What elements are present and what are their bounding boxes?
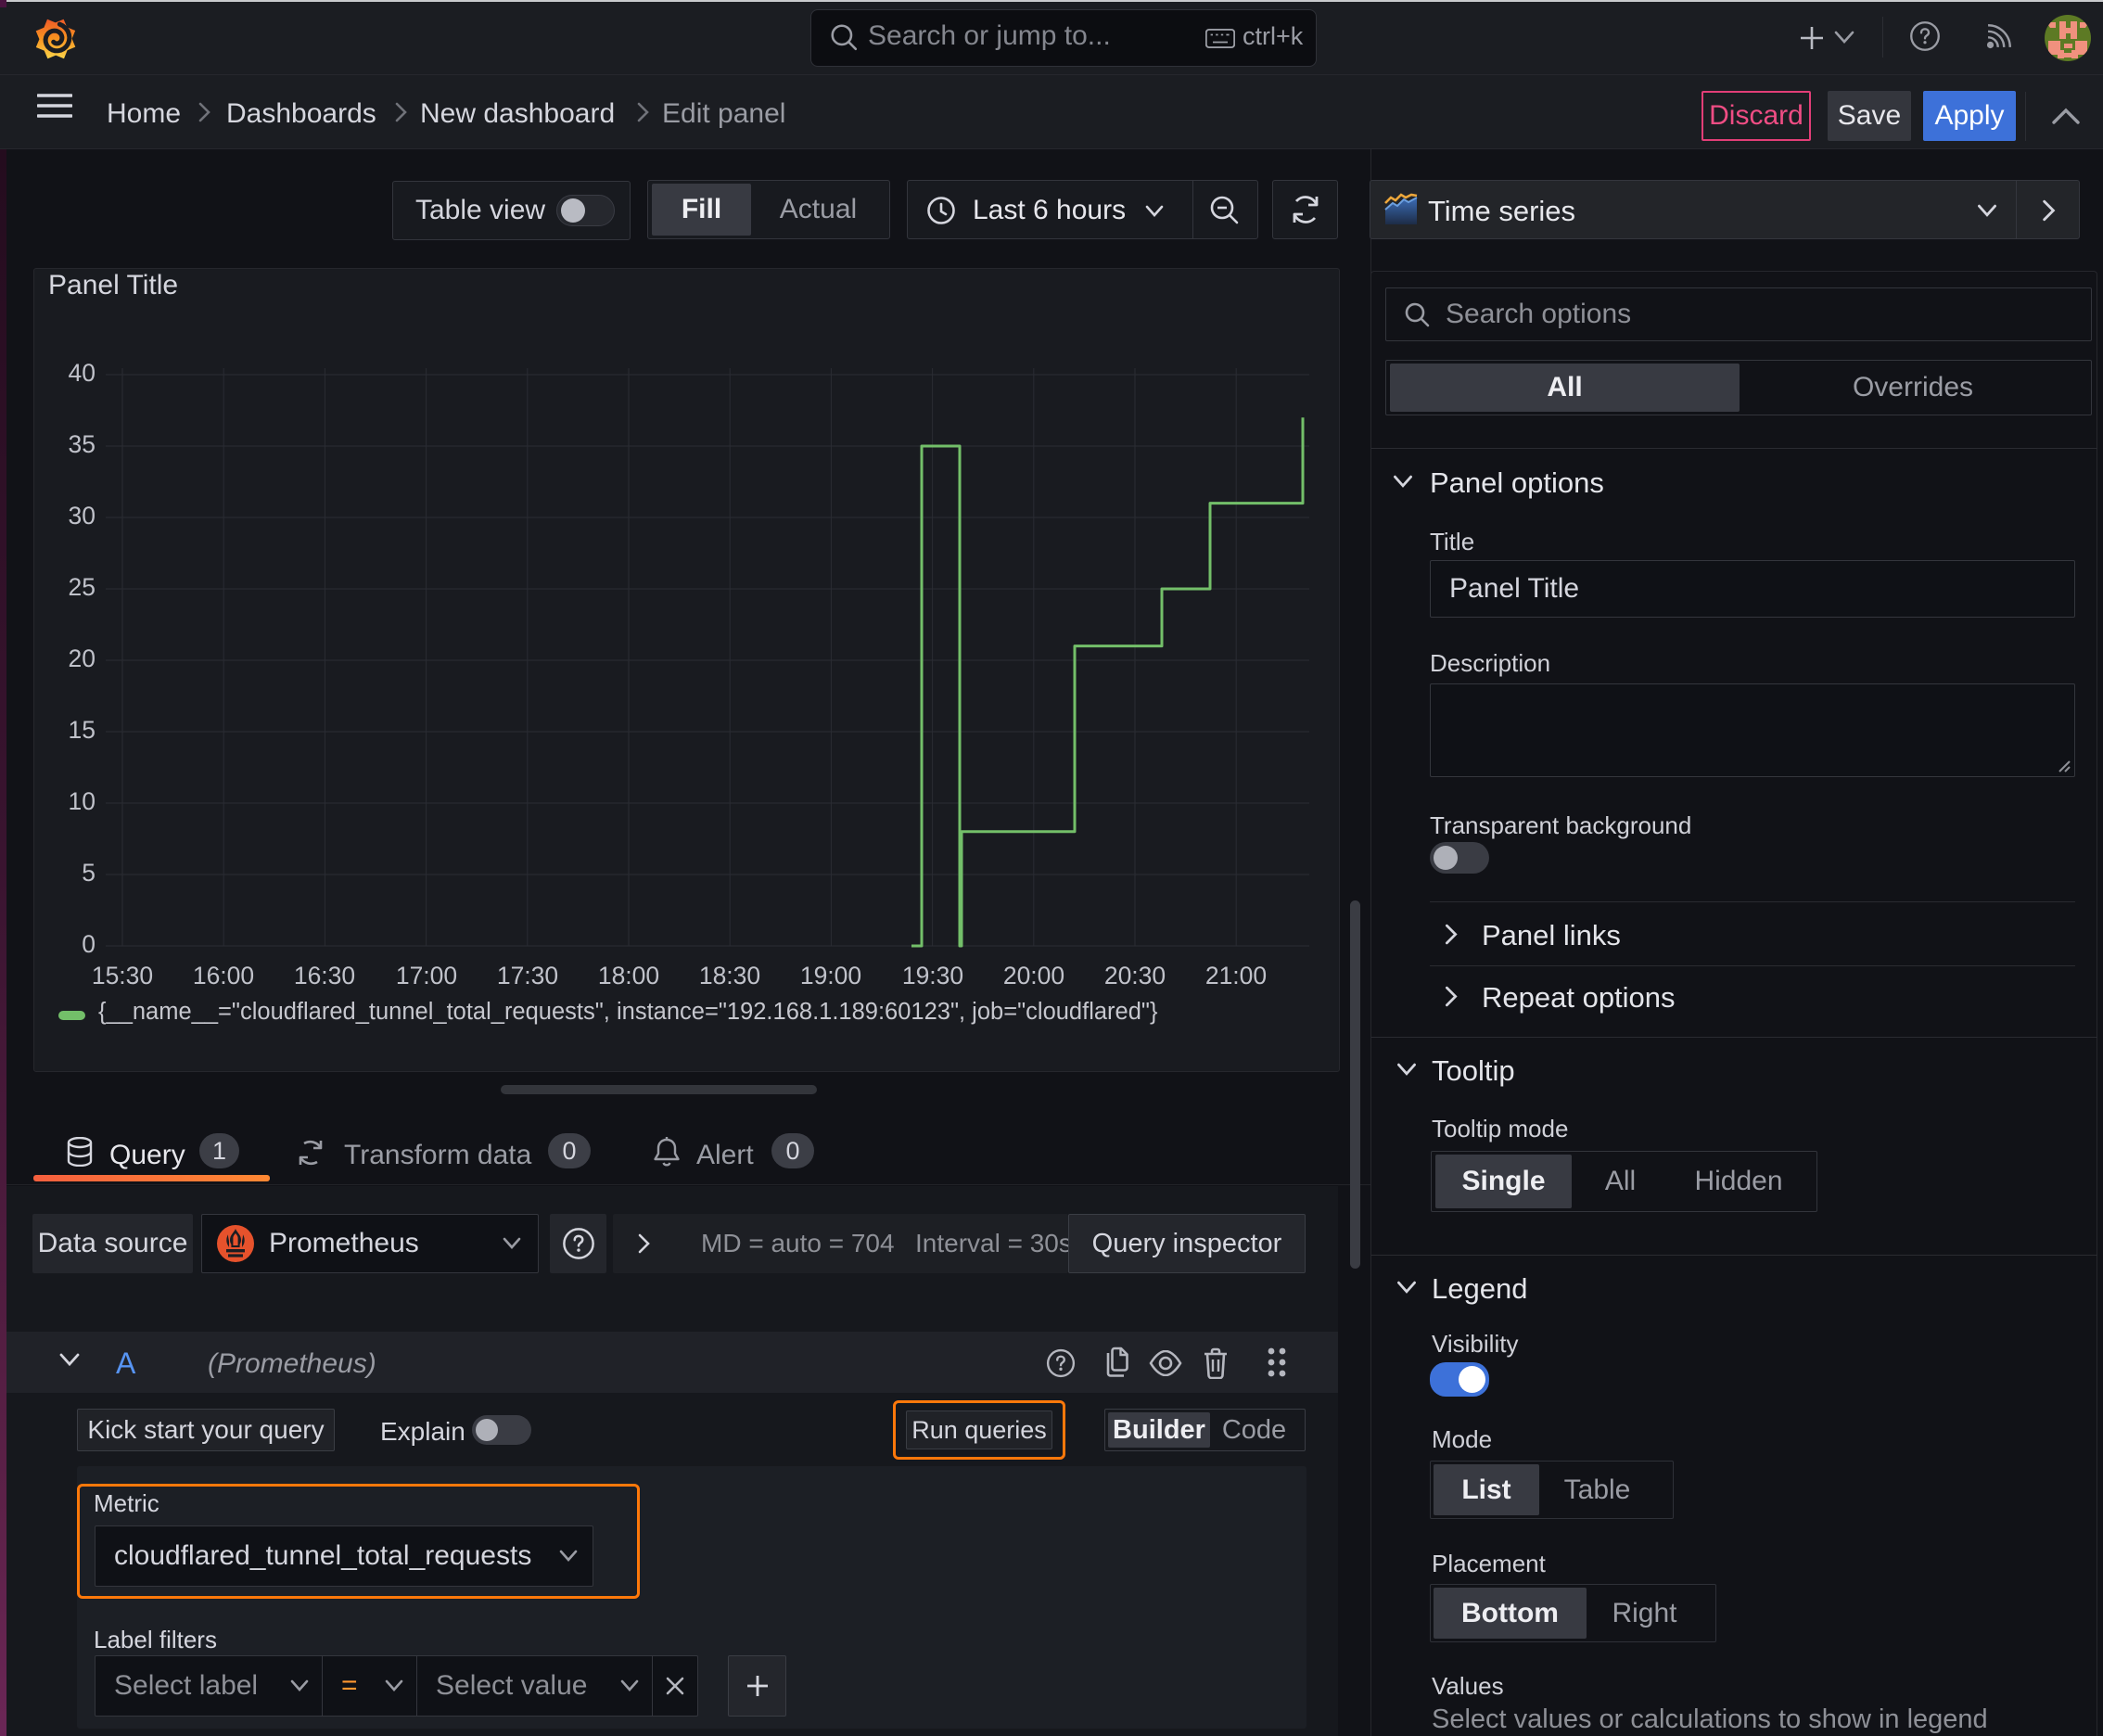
svg-text:40: 40: [69, 359, 96, 387]
svg-text:20:00: 20:00: [1003, 962, 1064, 989]
svg-text:18:30: 18:30: [699, 962, 760, 989]
svg-text:21:00: 21:00: [1205, 962, 1267, 989]
svg-text:17:00: 17:00: [396, 962, 457, 989]
svg-text:18:00: 18:00: [598, 962, 659, 989]
svg-text:15: 15: [69, 716, 96, 744]
svg-text:35: 35: [69, 430, 96, 458]
svg-text:19:30: 19:30: [902, 962, 963, 989]
svg-text:10: 10: [69, 787, 96, 815]
svg-text:16:00: 16:00: [193, 962, 254, 989]
svg-text:30: 30: [69, 502, 96, 530]
svg-text:15:30: 15:30: [92, 962, 153, 989]
svg-text:17:30: 17:30: [497, 962, 558, 989]
svg-text:{__name__="cloudflared_tunnel_: {__name__="cloudflared_tunnel_total_requ…: [98, 999, 1158, 1025]
svg-text:16:30: 16:30: [294, 962, 355, 989]
svg-text:25: 25: [69, 573, 96, 601]
svg-text:20:30: 20:30: [1104, 962, 1166, 989]
svg-text:0: 0: [82, 930, 96, 958]
svg-text:20: 20: [69, 645, 96, 672]
svg-text:19:00: 19:00: [800, 962, 861, 989]
svg-text:5: 5: [82, 859, 96, 887]
